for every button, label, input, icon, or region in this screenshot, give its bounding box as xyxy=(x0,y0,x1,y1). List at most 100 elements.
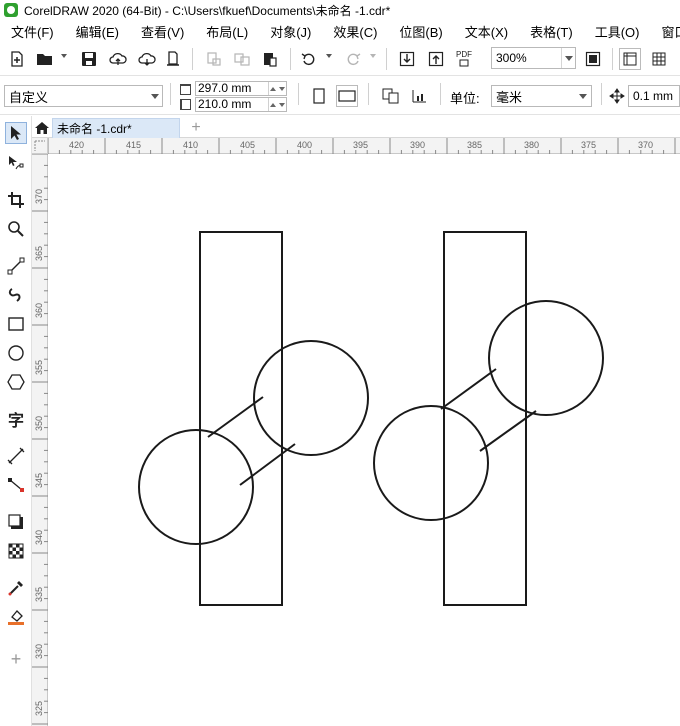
save-icon[interactable] xyxy=(78,48,100,70)
copy-icon[interactable] xyxy=(231,48,253,70)
pick-tool-icon[interactable] xyxy=(5,122,27,144)
ruler-v-label: 370 xyxy=(34,189,44,204)
full-screen-preview-icon[interactable] xyxy=(582,48,604,70)
import-icon[interactable] xyxy=(396,48,418,70)
width-spinner[interactable] xyxy=(268,82,286,95)
left-upper-connector-line[interactable] xyxy=(207,396,264,438)
show-rulers-icon[interactable] xyxy=(619,48,641,70)
chevron-down-icon[interactable] xyxy=(148,93,162,99)
menu-layout[interactable]: 布局(L) xyxy=(195,22,259,41)
ruler-origin[interactable] xyxy=(32,138,48,154)
left-upper-circle[interactable] xyxy=(253,340,369,456)
right-rectangle[interactable] xyxy=(443,231,527,606)
interactive-fill-tool-icon[interactable] xyxy=(5,606,27,628)
page-height-input[interactable]: 210.0 mm xyxy=(195,97,287,112)
page-size-select[interactable]: 自定义 xyxy=(4,85,163,107)
portrait-orientation-icon[interactable] xyxy=(308,85,330,107)
open-folder-icon[interactable] xyxy=(34,48,56,70)
current-page-icon[interactable] xyxy=(408,85,430,107)
right-lower-circle[interactable] xyxy=(373,405,489,521)
menu-edit[interactable]: 编辑(E) xyxy=(65,22,130,41)
redo-dropdown-icon[interactable] xyxy=(370,54,376,58)
home-icon[interactable] xyxy=(32,118,52,138)
menu-effects[interactable]: 效果(C) xyxy=(322,22,388,41)
color-eyedropper-tool-icon[interactable] xyxy=(5,577,27,599)
drawing-canvas[interactable] xyxy=(49,155,680,726)
menu-bitmaps[interactable]: 位图(B) xyxy=(388,22,453,41)
ruler-v-label: 335 xyxy=(34,587,44,602)
units-label: 单位: xyxy=(450,91,480,106)
separator xyxy=(290,48,291,70)
menu-view[interactable]: 查看(V) xyxy=(130,22,195,41)
page-height-icon xyxy=(180,99,191,110)
menu-window[interactable]: 窗口 xyxy=(650,22,680,41)
add-tab-button[interactable]: + xyxy=(184,118,208,138)
upload-cloud-icon[interactable] xyxy=(107,48,129,70)
height-spinner[interactable] xyxy=(268,98,286,111)
page-height-value: 210.0 mm xyxy=(198,97,252,111)
pdf-label: PDF xyxy=(456,50,472,59)
chevron-down-icon[interactable] xyxy=(561,48,575,68)
paste-icon[interactable] xyxy=(259,48,281,70)
add-tool-icon[interactable]: + xyxy=(5,648,27,670)
nudge-distance-input[interactable]: 0.1 mm xyxy=(628,85,680,107)
new-document-icon[interactable] xyxy=(6,48,28,70)
menu-text[interactable]: 文本(X) xyxy=(454,22,519,41)
transparency-tool-icon[interactable] xyxy=(5,540,27,562)
title-bar: CorelDRAW 2020 (64-Bit) - C:\Users\fkuef… xyxy=(0,0,680,20)
text-tool-icon[interactable]: 字 xyxy=(5,408,27,430)
menu-bar: 文件(F) 编辑(E) 查看(V) 布局(L) 对象(J) 效果(C) 位图(B… xyxy=(0,20,680,42)
zoom-tool-icon[interactable] xyxy=(5,218,27,240)
cut-icon[interactable] xyxy=(203,48,225,70)
ellipse-tool-icon[interactable] xyxy=(5,342,27,364)
right-upper-circle[interactable] xyxy=(488,300,604,416)
page-width-input[interactable]: 297.0 mm xyxy=(195,81,287,96)
units-select[interactable]: 毫米 xyxy=(491,85,592,107)
landscape-orientation-icon[interactable] xyxy=(336,85,358,107)
rectangle-tool-icon[interactable] xyxy=(5,313,27,335)
separator xyxy=(440,83,441,105)
artistic-media-tool-icon[interactable] xyxy=(5,284,27,306)
ruler-v-label: 325 xyxy=(34,701,44,716)
redo-icon[interactable] xyxy=(342,48,364,70)
chevron-down-icon[interactable] xyxy=(575,93,591,99)
separator xyxy=(601,83,602,105)
left-lower-circle[interactable] xyxy=(138,429,254,545)
freehand-tool-icon[interactable] xyxy=(5,255,27,277)
coreldraw-logo-icon xyxy=(4,3,18,17)
nudge-distance-icon xyxy=(606,85,628,107)
drop-shadow-tool-icon[interactable] xyxy=(5,511,27,533)
undo-icon[interactable] xyxy=(298,48,320,70)
vertical-ruler[interactable]: 370 365 360 355 350 345 340 335 330 325 xyxy=(32,154,48,726)
document-tab-bar: 未命名 -1.cdr* + xyxy=(32,116,680,138)
publish-pdf-icon[interactable]: PDF xyxy=(453,48,475,70)
ruler-h-label: 405 xyxy=(240,140,255,150)
show-grid-icon[interactable] xyxy=(648,48,670,70)
all-pages-icon[interactable] xyxy=(380,85,402,107)
ruler-h-label: 370 xyxy=(638,140,653,150)
menu-file[interactable]: 文件(F) xyxy=(0,22,65,41)
tab-document[interactable]: 未命名 -1.cdr* xyxy=(52,118,180,138)
ruler-h-label: 375 xyxy=(581,140,596,150)
undo-dropdown-icon[interactable] xyxy=(326,54,332,58)
menu-table[interactable]: 表格(T) xyxy=(519,22,584,41)
crop-tool-icon[interactable] xyxy=(5,189,27,211)
parallel-dimension-tool-icon[interactable] xyxy=(5,445,27,467)
right-upper-connector-line[interactable] xyxy=(440,368,497,410)
zoom-level-select[interactable]: 300% xyxy=(491,47,576,69)
print-icon[interactable] xyxy=(162,48,184,70)
page-size-value: 自定义 xyxy=(9,89,49,105)
polygon-tool-icon[interactable] xyxy=(5,371,27,393)
left-rectangle[interactable] xyxy=(199,231,283,606)
connector-tool-icon[interactable] xyxy=(5,474,27,496)
export-icon[interactable] xyxy=(425,48,447,70)
ruler-v-label: 345 xyxy=(34,473,44,488)
ruler-h-label: 400 xyxy=(297,140,312,150)
shape-tool-icon[interactable] xyxy=(5,152,27,174)
cloud-sync-icon[interactable] xyxy=(136,48,158,70)
open-dropdown-icon[interactable] xyxy=(61,54,67,58)
horizontal-ruler[interactable]: 420 415 410 405 400 395 390 385 380 375 … xyxy=(48,138,680,154)
menu-tools[interactable]: 工具(O) xyxy=(584,22,651,41)
menu-object[interactable]: 对象(J) xyxy=(259,22,322,41)
right-lower-connector-line[interactable] xyxy=(479,410,537,452)
